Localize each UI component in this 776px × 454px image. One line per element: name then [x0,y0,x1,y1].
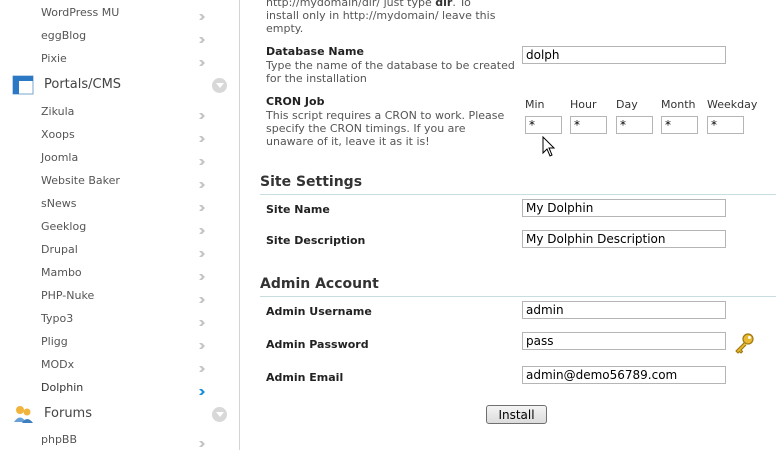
database-name-input[interactable] [522,46,726,64]
forums-icon [12,404,34,424]
admin-password-input[interactable] [522,332,726,350]
sidebar-item-dolphin[interactable]: Dolphin [41,379,211,397]
database-name-label: Database Name [266,45,364,58]
sidebar-item-joomla[interactable]: Joomla [41,149,211,167]
sidebar-item-label: Joomla [41,151,79,164]
chevron-right-icon [198,384,206,395]
sidebar-category-label: Forums [44,406,92,421]
install-button[interactable]: Install [486,405,547,424]
site-name-label: Site Name [266,203,330,216]
admin-username-input[interactable] [522,301,726,319]
admin-username-label: Admin Username [266,305,372,318]
chevron-right-icon [198,292,206,303]
site-name-input[interactable] [522,199,726,217]
mouse-cursor-icon [542,136,556,157]
chevron-right-icon [198,246,206,257]
sidebar-item-label: Website Baker [41,174,120,187]
cron-job-label: CRON Job [266,95,325,108]
chevron-right-icon [198,315,206,326]
sidebar-item-xoops[interactable]: Xoops [41,126,211,144]
cron-job-description: This script requires a CRON to work. Ple… [266,109,505,148]
sidebar-item-label: phpBB [41,433,78,446]
sidebar-item-label: Drupal [41,243,78,256]
sidebar-item-modx[interactable]: MODx [41,356,211,374]
sidebar-item-label: Typo3 [41,312,74,325]
sidebar-item-mambo[interactable]: Mambo [41,264,211,282]
collapse-toggle-icon[interactable] [212,407,227,422]
sidebar-item-phpbb[interactable]: phpBB [41,431,211,449]
sidebar-item-wordpress-mu[interactable]: WordPress MU [41,4,211,22]
sidebar-item-label: MODx [41,358,75,371]
key-icon[interactable] [733,332,755,354]
sidebar-category-portals-cms[interactable]: Portals/CMS [12,73,228,97]
cron-month-label: Month [661,98,696,111]
admin-email-label: Admin Email [266,371,344,384]
sidebar-item-eggblog[interactable]: eggBlog [41,27,211,45]
chevron-right-icon [198,154,206,165]
cron-min-input[interactable] [525,116,562,134]
database-name-description: Type the name of the database to be crea… [266,59,515,85]
sidebar-item-typo3[interactable]: Typo3 [41,310,211,328]
chevron-right-icon [198,32,206,43]
cron-day-input[interactable] [616,116,653,134]
sidebar-item-label: Mambo [41,266,82,279]
cron-weekday-input[interactable] [707,116,744,134]
cron-hour-label: Hour [570,98,597,111]
sidebar-category-forums[interactable]: Forums [12,402,228,426]
chevron-right-icon [198,108,206,119]
chevron-right-icon [198,223,206,234]
sidebar-item-zikula[interactable]: Zikula [41,103,211,121]
directory-description: http://mydomain/dir/ just type dir. To i… [266,0,496,35]
sidebar-item-label: Pligg [41,335,68,348]
sidebar-item-label: WordPress MU [41,6,120,19]
admin-account-title: Admin Account [260,276,776,297]
chevron-right-icon [198,9,206,20]
sidebar-item-label: Dolphin [41,381,84,394]
chevron-right-icon [198,177,206,188]
cron-hour-input[interactable] [570,116,607,134]
sidebar-item-pixie[interactable]: Pixie [41,50,211,68]
chevron-right-icon [198,269,206,280]
chevron-right-icon [198,361,206,372]
cron-month-input[interactable] [661,116,698,134]
chevron-right-icon [198,200,206,211]
sidebar-item-website-baker[interactable]: Website Baker [41,172,211,190]
sidebar-item-label: Geeklog [41,220,87,233]
chevron-right-icon [198,436,206,447]
cron-weekday-label: Weekday [707,98,758,111]
sidebar-item-label: sNews [41,197,77,210]
portal-icon [12,75,34,95]
sidebar: WordPress MU eggBlog Pixie Portals/CMS Zikul… [0,0,240,450]
site-description-input[interactable] [522,230,726,248]
sidebar-item-label: eggBlog [41,29,87,42]
admin-email-input[interactable] [522,366,726,384]
cron-min-label: Min [525,98,545,111]
site-description-label: Site Description [266,234,366,247]
collapse-toggle-icon[interactable] [212,78,227,93]
sidebar-item-label: Zikula [41,105,75,118]
sidebar-item-drupal[interactable]: Drupal [41,241,211,259]
sidebar-item-label: PHP-Nuke [41,289,95,302]
sidebar-item-snews[interactable]: sNews [41,195,211,213]
chevron-right-icon [198,131,206,142]
sidebar-item-php-nuke[interactable]: PHP-Nuke [41,287,211,305]
chevron-right-icon [198,338,206,349]
main-content: http://mydomain/dir/ just type dir. To i… [240,0,776,450]
sidebar-item-label: Pixie [41,52,67,65]
cron-day-label: Day [616,98,638,111]
sidebar-item-pligg[interactable]: Pligg [41,333,211,351]
sidebar-category-label: Portals/CMS [44,77,122,92]
site-settings-title: Site Settings [260,174,776,195]
chevron-right-icon [198,55,206,66]
sidebar-item-geeklog[interactable]: Geeklog [41,218,211,236]
sidebar-item-label: Xoops [41,128,75,141]
admin-password-label: Admin Password [266,338,369,351]
